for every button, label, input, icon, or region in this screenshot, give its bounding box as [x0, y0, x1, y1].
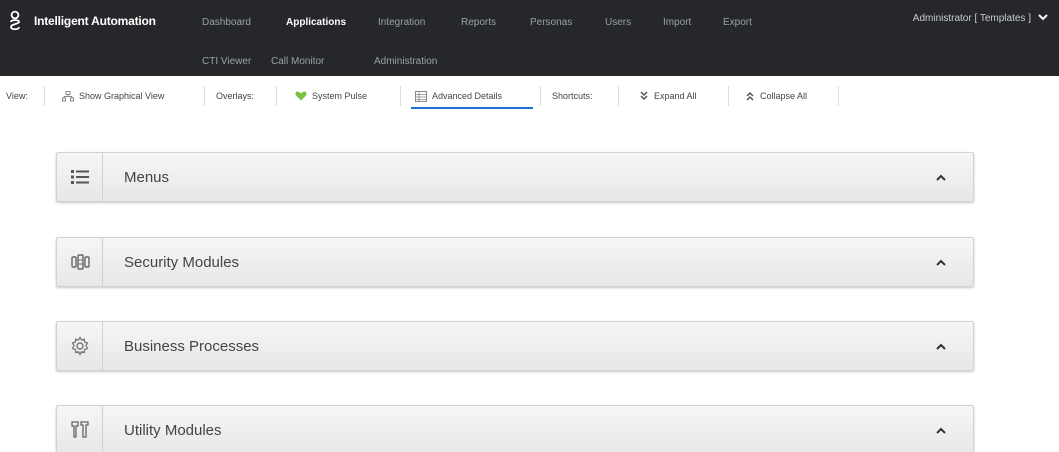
- user-menu-label[interactable]: Administrator [ Templates ]: [913, 13, 1031, 24]
- panel-menus[interactable]: Menus: [56, 152, 974, 202]
- nav-administration[interactable]: Administration: [374, 56, 437, 67]
- panel-icon-box: [57, 238, 103, 286]
- nav-dashboard[interactable]: Dashboard: [202, 17, 251, 28]
- panel-utility-modules[interactable]: Utility Modules: [56, 405, 974, 452]
- toolbar-divider: [618, 86, 619, 106]
- graphical-view-icon: [62, 90, 74, 101]
- panel-icon-box: [57, 322, 103, 370]
- toolbar-divider: [728, 86, 729, 106]
- utility-tools-icon: [70, 421, 89, 438]
- panel-title: Menus: [124, 169, 170, 186]
- app-title[interactable]: Intelligent Automation: [34, 14, 156, 28]
- panel-icon-box: [57, 406, 103, 452]
- overlays-label: Overlays:: [216, 91, 255, 101]
- panel-title: Business Processes: [124, 338, 260, 355]
- advanced-details-button[interactable]: Advanced Details: [415, 82, 502, 110]
- nav-import[interactable]: Import: [663, 17, 691, 28]
- toolbar-divider: [400, 86, 401, 106]
- advanced-details-label: Advanced Details: [432, 91, 503, 101]
- nav-export[interactable]: Export: [723, 17, 752, 28]
- toolbar-divider: [44, 86, 45, 106]
- nav-personas[interactable]: Personas: [530, 17, 572, 28]
- toolbar-divider: [540, 86, 541, 106]
- collapse-all-button[interactable]: Collapse All: [745, 82, 807, 110]
- panel-business-processes[interactable]: Business Processes: [56, 321, 974, 371]
- details-grid-icon: [415, 90, 427, 102]
- show-graphical-view-label: Show Graphical View: [79, 91, 165, 101]
- chevron-up-icon[interactable]: [935, 173, 947, 183]
- nav-call-monitor[interactable]: Call Monitor: [271, 56, 324, 67]
- panel-security-modules[interactable]: Security Modules: [56, 237, 974, 287]
- nav-applications[interactable]: Applications: [286, 17, 346, 28]
- panel-title: Utility Modules: [124, 422, 222, 439]
- heart-icon: [295, 91, 307, 101]
- active-toolbar-indicator: [411, 107, 533, 109]
- nav-cti-viewer[interactable]: CTI Viewer: [202, 56, 251, 67]
- system-pulse-button[interactable]: System Pulse: [295, 82, 367, 110]
- nav-users[interactable]: Users: [605, 17, 631, 28]
- expand-all-button[interactable]: Expand All: [639, 82, 697, 110]
- view-toolbar: View: Show Graphical View Overlays: Syst…: [0, 82, 1059, 110]
- chevron-up-icon[interactable]: [935, 258, 947, 268]
- double-chevron-up-icon: [746, 91, 754, 101]
- genesys-g-logo-icon[interactable]: [8, 10, 22, 32]
- chevron-up-icon[interactable]: [935, 342, 947, 352]
- gear-icon: [71, 336, 88, 356]
- chevron-up-icon[interactable]: [935, 426, 947, 436]
- nav-integration[interactable]: Integration: [378, 17, 425, 28]
- collapse-all-label: Collapse All: [760, 91, 808, 101]
- toolbar-divider: [838, 86, 839, 106]
- toolbar-divider: [204, 86, 205, 106]
- shortcuts-label: Shortcuts:: [552, 91, 593, 101]
- panel-title: Security Modules: [124, 254, 240, 271]
- expand-all-label: Expand All: [654, 91, 697, 101]
- panel-icon-box: [57, 153, 103, 201]
- show-graphical-view-button[interactable]: Show Graphical View: [62, 82, 164, 110]
- top-navigation-bar: Intelligent Automation Dashboard Applica…: [0, 0, 1059, 76]
- toolbar-divider: [276, 86, 277, 106]
- list-icon: [70, 170, 89, 184]
- chevron-down-icon[interactable]: [1037, 11, 1049, 23]
- security-modules-icon: [70, 254, 90, 270]
- nav-reports[interactable]: Reports: [461, 17, 496, 28]
- double-chevron-down-icon: [640, 91, 648, 101]
- system-pulse-label: System Pulse: [312, 91, 368, 101]
- view-label: View:: [6, 91, 28, 101]
